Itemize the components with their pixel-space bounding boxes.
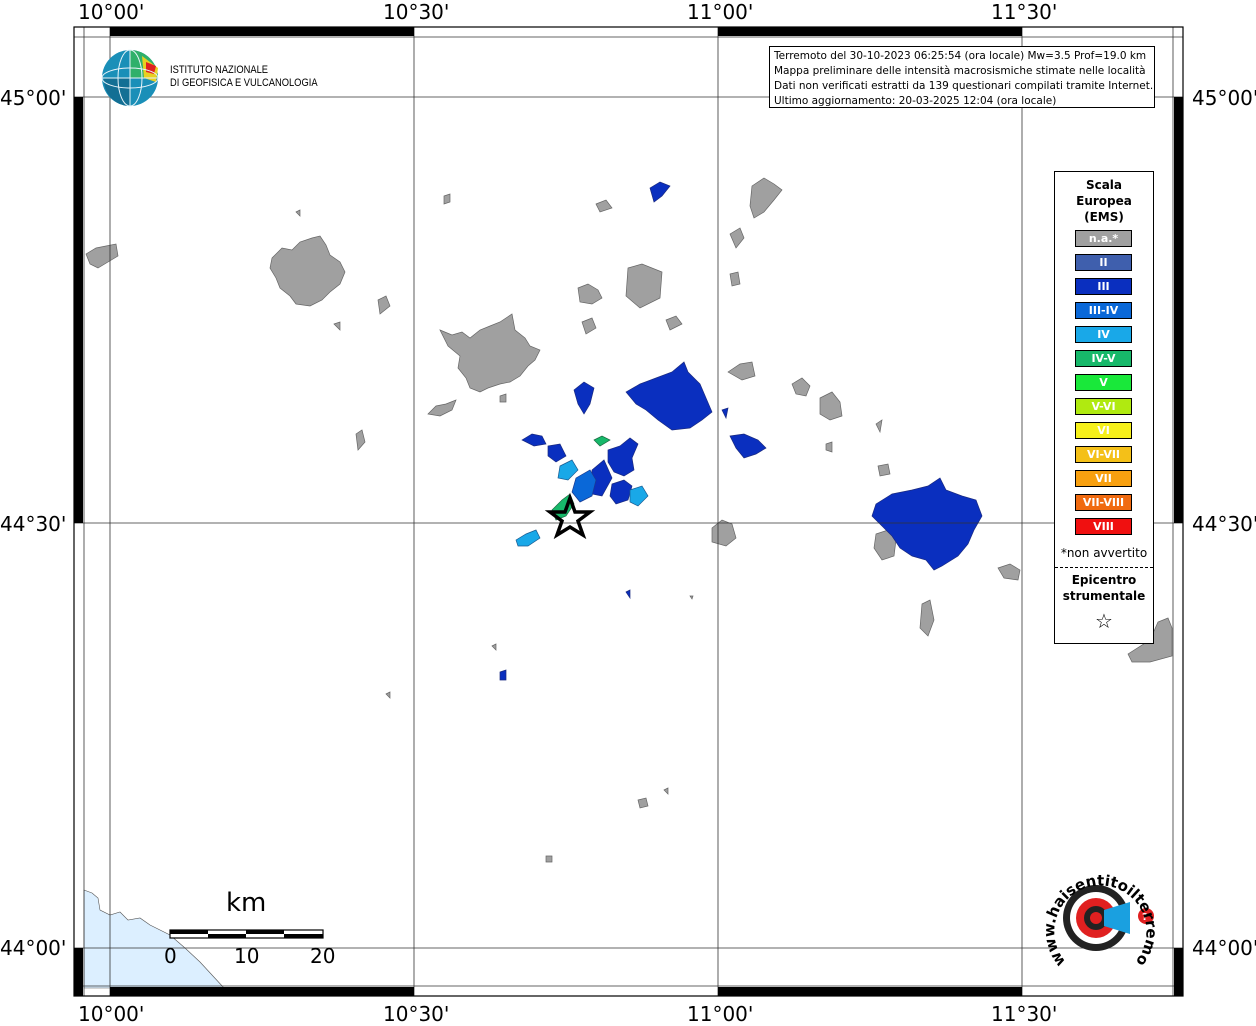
legend-item: II <box>1075 254 1132 271</box>
ingv-logo-line2: DI GEOFISICA E VULCANOLOGIA <box>170 77 318 89</box>
ingv-globe-logo <box>101 49 159 107</box>
legend-item: VIII <box>1075 518 1132 535</box>
legend-epicenter-line2: strumentale <box>1062 589 1146 603</box>
legend-title-line1: Scala <box>1085 178 1123 192</box>
event-info-line3: Dati non verificati estratti da 139 ques… <box>774 80 1154 92</box>
legend-title-line3: (EMS) <box>1084 210 1124 224</box>
map-frame <box>73 26 1184 997</box>
legend-item: VI <box>1075 422 1132 439</box>
legend-item: V-VI <box>1075 398 1132 415</box>
scale-bar-title: km <box>226 888 267 918</box>
event-info-line4: Ultimo aggiornamento: 20-03-2025 12:04 (… <box>774 95 1057 107</box>
ingv-logo-line1: ISTITUTO NAZIONALE <box>170 64 269 76</box>
legend-title-line2: Europea <box>1076 194 1132 208</box>
legend-separator <box>1055 567 1153 568</box>
legend-epicenter-label: Epicentro strumentale <box>1055 572 1153 604</box>
bottom-lon-label-1: 10°00' <box>78 1002 145 1026</box>
right-lat-label-2: 44°30' <box>1192 512 1256 536</box>
scale-bar-label-0: 0 <box>164 944 177 968</box>
left-lat-label-1: 45°00' <box>0 86 67 110</box>
haisentito-logo: ? www.haisentitoilterremoto.it <box>1038 858 1161 970</box>
legend-item: IV-V <box>1075 350 1132 367</box>
ingv-logo-text: ISTITUTO NAZIONALE DI GEOFISICA E VULCAN… <box>170 64 318 90</box>
scale-bar <box>169 929 324 939</box>
event-info-line1: Terremoto del 30-10-2023 06:25:54 (ora l… <box>774 50 1147 62</box>
left-lat-label-3: 44°00' <box>0 936 67 960</box>
legend-item: VI-VII <box>1075 446 1132 463</box>
legend-item: IV <box>1075 326 1132 343</box>
legend-item: III-IV <box>1075 302 1132 319</box>
legend-item: III <box>1075 278 1132 295</box>
right-lat-label-1: 45°00' <box>1192 86 1256 110</box>
ems-legend: Scala Europea (EMS) n.a.* II III III-IV IV IV… <box>1054 171 1154 644</box>
scale-bar-label-20: 20 <box>310 944 336 968</box>
legend-note: *non avvertito <box>1060 546 1148 560</box>
legend-title: Scala Europea (EMS) <box>1055 177 1153 225</box>
legend-item: VII-VIII <box>1075 494 1132 511</box>
top-lon-label-1: 10°00' <box>78 0 145 24</box>
event-info-line2: Mappa preliminare delle intensità macros… <box>774 65 1146 77</box>
right-lat-label-3: 44°00' <box>1192 936 1256 960</box>
left-lat-label-2: 44°30' <box>0 512 67 536</box>
legend-item: n.a.* <box>1075 230 1132 247</box>
top-lon-label-2: 10°30' <box>383 0 450 24</box>
scale-bar-label-10: 10 <box>234 944 260 968</box>
legend-star-icon: ☆ <box>1095 609 1113 633</box>
legend-epicenter-line1: Epicentro <box>1071 573 1137 587</box>
top-lon-label-4: 11°30' <box>991 0 1058 24</box>
bottom-lon-label-4: 11°30' <box>991 1002 1058 1026</box>
legend-item: VII <box>1075 470 1132 487</box>
bottom-lon-label-2: 10°30' <box>383 1002 450 1026</box>
event-info-box: Terremoto del 30-10-2023 06:25:54 (ora l… <box>769 46 1155 108</box>
legend-item: V <box>1075 374 1132 391</box>
top-lon-label-3: 11°00' <box>687 0 754 24</box>
bottom-lon-label-3: 11°00' <box>687 1002 754 1026</box>
